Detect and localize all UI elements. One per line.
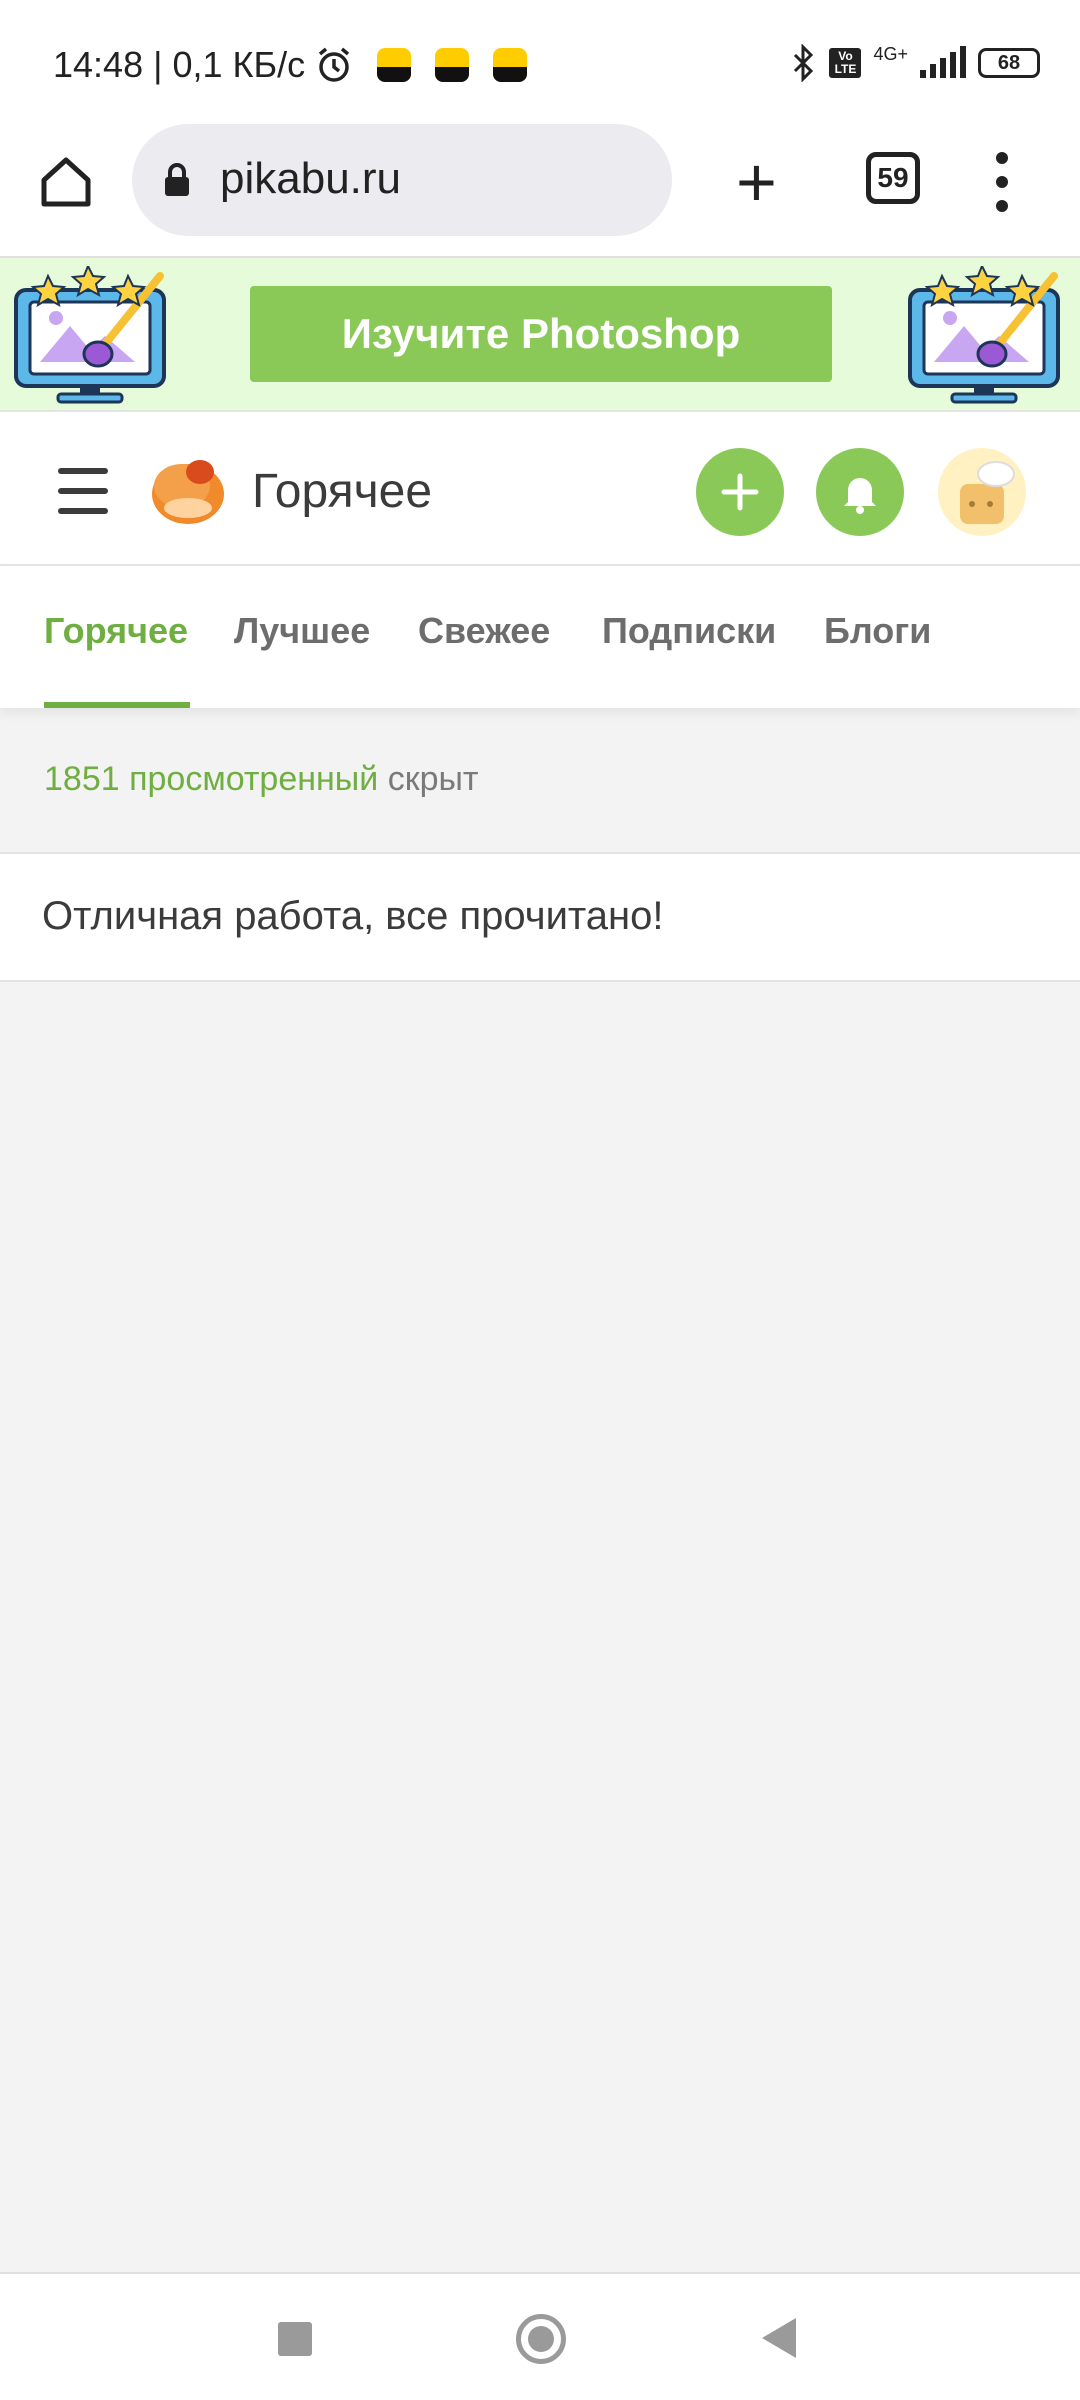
recent-apps-icon[interactable] [278,2322,312,2356]
tab-blogs[interactable]: Блоги [824,610,931,652]
alarm-icon [318,47,350,82]
menu-line [58,468,108,474]
feed-tabs: Горячее Лучшее Свежее Подписки Блоги [0,566,1080,708]
yellow-app-icon [493,48,528,82]
menu-line [58,488,108,494]
hamburger-menu-icon[interactable] [58,468,108,514]
monitor-brush-icon [908,266,1060,404]
net-speed: | 0,1 КБ/с [153,44,306,85]
volte-icon: Vo LTE [829,48,862,78]
avatar-image [960,461,1015,524]
browser-menu-button[interactable] [996,152,1010,212]
system-navigation-bar [0,2272,1080,2400]
hidden-count-link[interactable]: 1851 просмотренный [44,760,378,798]
network-type: 4G+ [873,44,908,64]
tab-fresh[interactable]: Свежее [418,610,550,652]
page-title: Горячее [252,465,433,518]
tab-switcher-button[interactable]: 59 [866,152,920,204]
status-time: 14:48 [53,44,144,85]
avatar[interactable] [938,448,1026,536]
dot [996,152,1008,164]
yellow-app-icon [377,48,412,82]
dot [996,176,1008,188]
lock-icon [165,163,189,196]
plus-icon [721,473,759,511]
back-icon[interactable] [762,2318,796,2358]
menu-line [58,508,108,514]
pikabu-logo-icon[interactable] [148,450,228,530]
tab-subscriptions[interactable]: Подписки [602,610,776,652]
tab-hot[interactable]: Горячее [44,610,188,652]
dot [996,200,1008,212]
monitor-brush-icon [14,266,166,404]
signal-icon [920,46,966,78]
home-button-icon[interactable] [516,2314,566,2364]
notifications-button[interactable] [816,448,904,536]
active-tab-indicator [44,702,190,708]
tab-best[interactable]: Лучшее [234,610,370,652]
status-bar: 14:48 | 0,1 КБ/с Vo LTE 4G+ 68 [0,0,1080,130]
status-right: Vo LTE 4G+ 68 [791,44,1040,82]
url-text: pikabu.ru [220,154,402,203]
bluetooth-icon [794,44,814,82]
home-icon[interactable] [38,154,94,210]
promo-button[interactable]: Изучите Photoshop [250,286,832,382]
new-tab-button[interactable]: + [736,147,777,217]
hidden-posts-info: 1851 просмотренный скрыт [44,760,478,799]
battery-icon: 68 [978,48,1040,78]
browser-toolbar: pikabu.ru + 59 [0,124,1080,258]
add-post-button[interactable] [696,448,784,536]
hidden-suffix: скрыт [387,760,479,798]
all-read-message: Отличная работа, все прочитано! [0,852,1080,982]
promo-banner[interactable]: Изучите Photoshop [0,258,1080,410]
yellow-app-icon [435,48,470,82]
site-header: Горячее [0,410,1080,566]
all-read-text: Отличная работа, все прочитано! [42,894,664,938]
status-left: 14:48 | 0,1 КБ/с [53,44,528,86]
bell-icon [844,478,876,514]
address-bar[interactable]: pikabu.ru [132,124,672,236]
